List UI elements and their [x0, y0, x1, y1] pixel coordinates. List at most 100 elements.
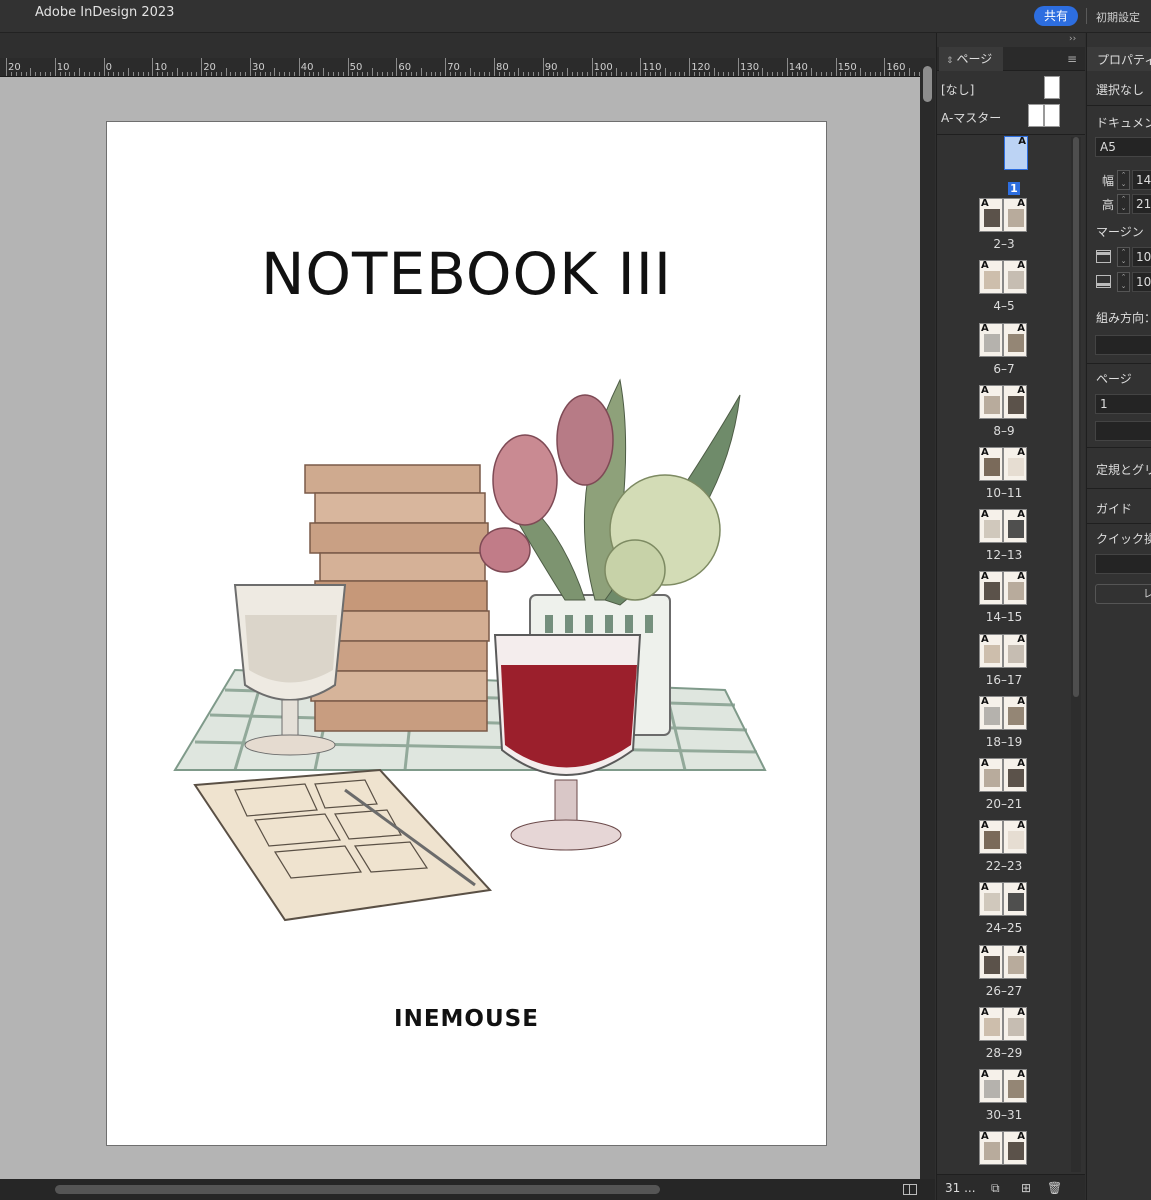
thumbnail-image — [1008, 458, 1024, 476]
page-thumbnail[interactable]: A — [1003, 384, 1027, 419]
page-spread[interactable]: A A 30–31 — [937, 1069, 1071, 1131]
page-spread[interactable]: A A 10–11 — [937, 447, 1071, 509]
page-thumbnail[interactable]: A — [979, 944, 1003, 979]
page-thumbnail[interactable]: A — [979, 1006, 1003, 1041]
direction-field[interactable] — [1095, 335, 1151, 355]
master-a-thumb-right[interactable] — [1044, 104, 1060, 127]
width-input[interactable]: 14 — [1132, 170, 1151, 190]
canvas-horizontal-scroll-thumb[interactable] — [55, 1185, 660, 1194]
page-dropdown[interactable]: 1 — [1095, 394, 1151, 414]
collapse-panels-icon[interactable]: ›› — [1069, 34, 1076, 44]
canvas-vertical-scrollbar[interactable] — [920, 58, 935, 1179]
horizontal-ruler[interactable]: 20 10 0 10 20 30 40 50 60 70 80 90 100 110 120 130 140 15… — [0, 58, 920, 77]
page-thumbnail[interactable]: A — [979, 695, 1003, 730]
pages-vertical-scrollbar[interactable] — [1071, 137, 1081, 1172]
canvas-vertical-scroll-thumb[interactable] — [923, 66, 932, 102]
page-spread[interactable]: A A 18–19 — [937, 695, 1071, 758]
pasteboard[interactable]: NOTEBOOK III INEMOUSE — [0, 77, 920, 1179]
pages-scroll-thumb[interactable] — [1073, 137, 1079, 697]
page-thumbnail[interactable]: A — [1003, 758, 1027, 792]
spread-label: 18–19 — [985, 734, 1023, 749]
page-thumbnail[interactable]: A — [979, 1069, 1003, 1103]
layout-button[interactable]: レ — [1095, 584, 1151, 604]
quick-action-field[interactable] — [1095, 554, 1151, 574]
page-thumbnail[interactable]: A — [1003, 260, 1027, 295]
page-spread[interactable]: A A 4–5 — [937, 260, 1071, 322]
page-thumbnail[interactable]: A — [1003, 695, 1027, 730]
page-spread[interactable]: A A 22–23 — [937, 820, 1071, 882]
page-thumbnail[interactable]: A — [1003, 509, 1027, 544]
page-thumbnail[interactable]: A — [979, 198, 1003, 233]
page-thumbnail[interactable]: A — [1003, 882, 1027, 917]
edit-page-size-icon[interactable]: ⧉ — [991, 1181, 1000, 1196]
width-stepper[interactable]: ⌃ ⌄ — [1117, 170, 1130, 190]
master-none[interactable]: [なし] — [941, 76, 1066, 102]
page-size-dropdown[interactable]: A5 — [1095, 137, 1151, 157]
tab-properties[interactable]: プロパティ — [1097, 51, 1151, 68]
page-spread[interactable]: A A 16–17 — [937, 633, 1071, 696]
page-thumbnail[interactable]: A — [979, 322, 1003, 357]
page-thumbnail[interactable]: A — [979, 820, 1003, 855]
ruler-tick — [738, 58, 739, 76]
page-thumbnail[interactable]: A — [1003, 1069, 1027, 1103]
page-thumbnail[interactable]: A — [979, 260, 1003, 295]
page-thumbnail[interactable]: A — [1003, 198, 1027, 233]
preferences-menu[interactable]: 初期設定 — [1096, 9, 1140, 25]
canvas-horizontal-scrollbar[interactable] — [0, 1179, 935, 1200]
master-none-thumb[interactable] — [1044, 76, 1060, 99]
page-spread[interactable]: A1 — [937, 136, 1071, 198]
page-thumbnail[interactable]: A — [1003, 1131, 1027, 1166]
ruler-tick — [98, 72, 100, 76]
share-button[interactable]: 共有 — [1034, 6, 1078, 26]
margin-top-stepper[interactable]: ⌃ ⌄ — [1117, 247, 1130, 267]
document-page[interactable]: NOTEBOOK III INEMOUSE — [106, 121, 827, 1146]
page-spread[interactable]: A A 14–15 — [937, 571, 1071, 633]
height-input[interactable]: 21 — [1132, 194, 1151, 214]
cover-illustration[interactable] — [165, 370, 775, 950]
delete-page-icon[interactable]: 🗑 — [1047, 1181, 1062, 1195]
page-thumbnail[interactable]: A — [979, 633, 1003, 668]
page-thumbnail[interactable]: A — [1003, 322, 1027, 357]
rulers-grids-label[interactable]: 定規とグリ — [1096, 461, 1151, 478]
page-thumbnail[interactable]: A — [1003, 447, 1027, 481]
page-spread[interactable]: A A 26–27 — [937, 944, 1071, 1007]
new-page-icon[interactable]: ⊞ — [1021, 1181, 1031, 1195]
page-thumbnail[interactable]: A — [979, 447, 1003, 481]
guides-label[interactable]: ガイド — [1096, 500, 1132, 517]
page-spread[interactable]: AA — [937, 1131, 1071, 1174]
page-spread[interactable]: A A 8–9 — [937, 384, 1071, 447]
page-thumbnail[interactable]: A — [1003, 944, 1027, 979]
spread-view-icon[interactable] — [903, 1184, 917, 1195]
page-thumbnail[interactable]: A — [979, 882, 1003, 917]
document-title[interactable]: NOTEBOOK III — [107, 240, 826, 308]
page-spread[interactable]: A A 24–25 — [937, 882, 1071, 944]
page-spread[interactable]: A A 20–21 — [937, 758, 1071, 820]
margin-bottom-input[interactable]: 10 — [1132, 272, 1151, 292]
tab-pages[interactable]: ⇕ ページ — [939, 47, 1003, 71]
master-a[interactable]: A-マスター — [941, 104, 1066, 130]
page-thumbnail[interactable]: A — [979, 758, 1003, 792]
page-spread[interactable]: A A 2–3 — [937, 198, 1071, 260]
page-thumbnail[interactable]: A — [1003, 571, 1027, 606]
page-spread[interactable]: A A 6–7 — [937, 322, 1071, 385]
height-stepper[interactable]: ⌃ ⌄ — [1117, 194, 1130, 214]
page-thumbnail[interactable]: A — [979, 571, 1003, 606]
page-thumbnail[interactable]: A — [979, 1131, 1003, 1166]
page-thumbnail-list[interactable]: A 1 A A 2–3 A A 4–5 A A 6–7 A A 8–9 A A 10–11 A A 12–13 A A 14… — [937, 136, 1071, 1174]
panel-menu-icon[interactable]: ≡ — [1067, 52, 1077, 66]
margin-bottom-stepper[interactable]: ⌃ ⌄ — [1117, 272, 1130, 292]
page-thumbnail[interactable]: A — [1003, 820, 1027, 855]
page-spread[interactable]: A A 28–29 — [937, 1006, 1071, 1069]
page-button-field[interactable] — [1095, 421, 1151, 441]
page-thumbnail[interactable]: A — [979, 384, 1003, 419]
master-a-thumb-left[interactable] — [1028, 104, 1044, 127]
page-thumbnail[interactable]: A — [1003, 633, 1027, 668]
page-thumbnail[interactable]: A — [1004, 136, 1028, 170]
margin-top-input[interactable]: 10 — [1132, 247, 1151, 267]
document-author[interactable]: INEMOUSE — [107, 1006, 826, 1032]
ruler-tick — [694, 72, 696, 76]
page-thumbnail[interactable]: A — [979, 509, 1003, 544]
ruler-tick — [528, 72, 530, 76]
page-spread[interactable]: A A 12–13 — [937, 509, 1071, 571]
page-thumbnail[interactable]: A — [1003, 1006, 1027, 1041]
